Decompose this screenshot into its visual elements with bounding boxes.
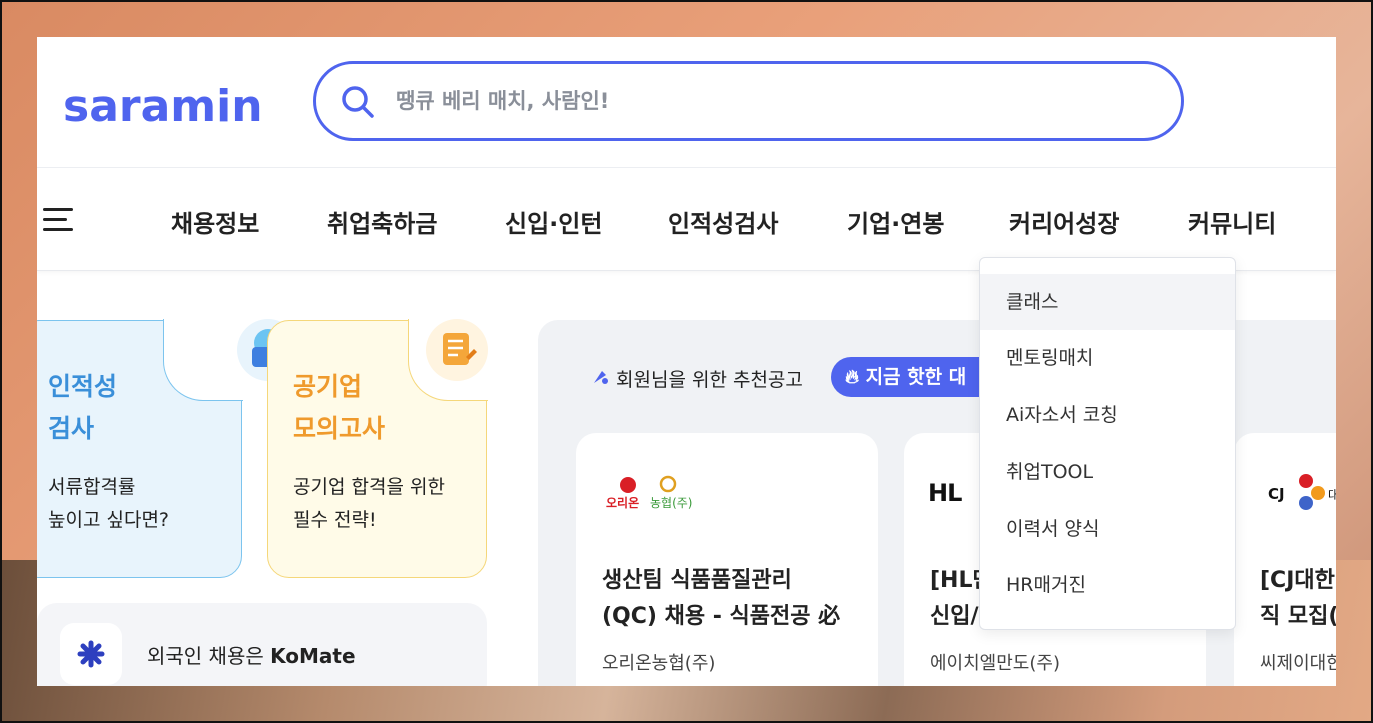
svg-text:오리온: 오리온 <box>606 495 639 510</box>
saramin-logo[interactable]: saramin <box>63 81 263 132</box>
dropdown-item-mentoring[interactable]: 멘토링매치 <box>980 330 1235 386</box>
nav-item-career[interactable]: 커리어성장 <box>1009 204 1119 239</box>
komate-text: 외국인 채용은 KoMate <box>147 640 356 669</box>
fire-icon: 🔥︎ <box>845 366 859 388</box>
card-title: 공기업 모의고사 <box>293 372 386 443</box>
komate-prefix: 외국인 채용은 <box>147 644 271 668</box>
search-bar[interactable] <box>313 61 1184 141</box>
dropdown-item-ai-coaching[interactable]: Ai자소서 코칭 <box>980 387 1235 443</box>
card-title: 인적성 검사 <box>48 372 118 443</box>
job-company[interactable]: 에이치엘만도(주) <box>930 649 1060 675</box>
card-description: 공기업 합격을 위한 필수 전략! <box>293 476 445 531</box>
browser-viewport: saramin 채용정보 취업축하금 신입·인턴 인적성검사 기업·연봉 커리어… <box>37 37 1336 686</box>
recommend-tab[interactable]: 회원님을 위한 추천공고 <box>616 365 803 392</box>
komate-brand: KoMate <box>270 644 356 668</box>
svg-text:대한: 대한 <box>1328 488 1336 502</box>
hot-jobs-label: 지금 핫한 대 <box>865 366 967 388</box>
career-dropdown-menu: 클래스 멘토링매치 Ai자소서 코칭 취업TOOL 이력서 양식 HR매거진 <box>979 257 1236 630</box>
nav-item-aptitude[interactable]: 인적성검사 <box>668 204 778 239</box>
komate-banner[interactable]: 외국인 채용은 KoMate <box>37 603 487 686</box>
svg-text:농협(주): 농협(주) <box>650 496 692 510</box>
nav-item-intern[interactable]: 신입·인턴 <box>505 204 602 239</box>
orion-logo: 오리온 농협(주) <box>606 475 692 510</box>
search-icon[interactable] <box>340 84 376 120</box>
sparkle-icon <box>594 371 608 384</box>
svg-text:CJ: CJ <box>1268 485 1285 503</box>
job-title[interactable]: 생산팀 식품품질관리 (QC) 채용 - 식품전공 必 <box>602 563 840 635</box>
job-company[interactable]: 씨제이대한 <box>1260 649 1336 675</box>
komate-logo-icon <box>60 623 122 685</box>
public-company-exam-card[interactable]: 공기업 모의고사 공기업 합격을 위한 필수 전략! <box>267 319 488 578</box>
main-nav: 채용정보 취업축하금 신입·인턴 인적성검사 기업·연봉 커리어성장 커뮤니티 <box>37 168 1336 271</box>
dropdown-item-resume-template[interactable]: 이력서 양식 <box>980 501 1235 557</box>
job-card[interactable]: 오리온 농협(주) 생산팀 식품품질관리 (QC) 채용 - 식품전공 必 오리… <box>576 433 878 686</box>
aptitude-test-card[interactable]: 인적성 검사 서류합격률 높이고 싶다면? <box>37 319 299 578</box>
nav-item-community[interactable]: 커뮤니티 <box>1188 204 1276 239</box>
nav-item-company[interactable]: 기업·연봉 <box>847 204 944 239</box>
hl-mando-logo: HL <box>928 479 962 507</box>
cj-logo: CJ 대한 <box>1268 474 1336 510</box>
job-title[interactable]: [CJ대한 직 모집( <box>1260 563 1336 635</box>
site-header: saramin <box>37 37 1336 168</box>
menu-icon[interactable] <box>43 208 75 232</box>
card-notch <box>163 319 243 401</box>
dropdown-item-class[interactable]: 클래스 <box>980 274 1235 330</box>
job-card[interactable]: CJ 대한 [CJ대한 직 모집( 씨제이대한 <box>1234 433 1336 686</box>
nav-item-bonus[interactable]: 취업축하금 <box>327 204 437 239</box>
nav-item-jobs[interactable]: 채용정보 <box>171 204 259 239</box>
dropdown-item-hr-magazine[interactable]: HR매거진 <box>980 557 1235 613</box>
search-input[interactable] <box>396 82 1136 120</box>
job-company[interactable]: 오리온농협(주) <box>602 649 715 675</box>
card-description: 서류합격률 높이고 싶다면? <box>48 476 170 531</box>
notepad-icon <box>426 319 488 381</box>
dropdown-item-tool[interactable]: 취업TOOL <box>980 444 1235 500</box>
